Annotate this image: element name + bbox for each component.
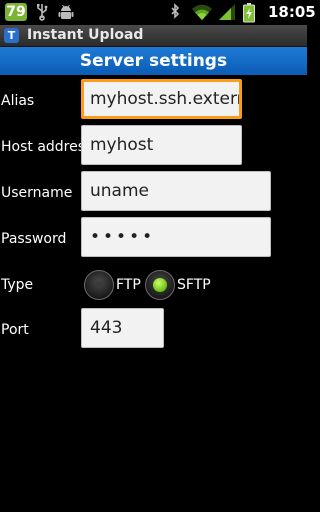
username-input[interactable]: uname	[81, 171, 271, 211]
port-label: Port	[1, 322, 29, 338]
usb-icon	[37, 4, 48, 21]
sftp-radio-indicator	[153, 278, 167, 292]
section-header: Server settings	[0, 47, 307, 75]
sftp-radio[interactable]	[145, 270, 175, 300]
android-debug-icon	[58, 4, 74, 19]
ftp-radio-indicator	[95, 281, 103, 289]
app-title-bar: T Instant Upload	[0, 25, 307, 47]
signal-icon	[219, 4, 235, 20]
clock: 18:05	[268, 3, 316, 21]
ftp-radio-label[interactable]: FTP	[116, 276, 141, 294]
app-icon: T	[4, 28, 19, 43]
alias-input[interactable]: myhost.ssh.extern	[81, 79, 242, 119]
ftp-radio[interactable]	[84, 270, 114, 300]
notification-count-badge[interactable]: 79	[5, 3, 27, 21]
bluetooth-icon	[171, 3, 180, 19]
wifi-icon	[192, 4, 212, 20]
host-address-label: Host address	[1, 139, 93, 155]
host-address-input[interactable]: myhost	[81, 125, 242, 165]
alias-label: Alias	[1, 93, 35, 109]
password-input[interactable]: •••••	[81, 217, 271, 257]
app-title: Instant Upload	[27, 27, 144, 43]
username-label: Username	[1, 185, 73, 201]
password-label: Password	[1, 231, 67, 247]
type-label: Type	[1, 277, 34, 293]
port-input[interactable]: 443	[81, 308, 164, 348]
sftp-radio-label[interactable]: SFTP	[177, 276, 211, 294]
status-bar: 79 18:05	[0, 0, 316, 25]
battery-charging-icon	[243, 3, 255, 23]
